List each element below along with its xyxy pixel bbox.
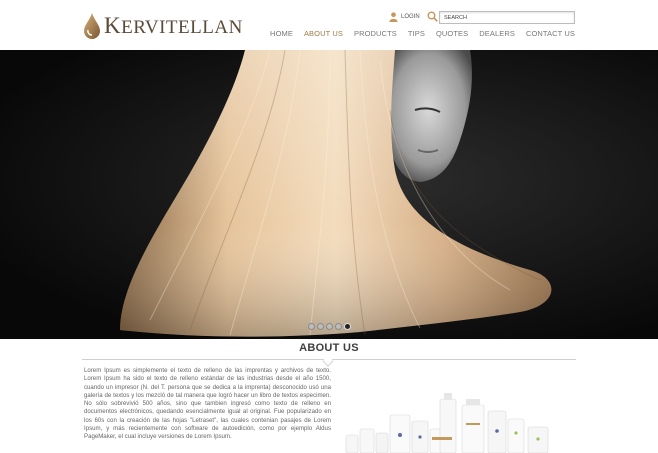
slider-dot-2[interactable]: [317, 323, 324, 330]
nav-home[interactable]: HOME: [270, 29, 293, 38]
slider-dot-5[interactable]: [344, 323, 351, 330]
search-input[interactable]: [439, 11, 575, 24]
slider-dots: [308, 323, 351, 330]
nav-quotes[interactable]: QUOTES: [436, 29, 468, 38]
nav-about-us[interactable]: ABOUT US: [304, 29, 343, 38]
main-nav: HOME ABOUT US PRODUCTS TIPS QUOTES DEALE…: [259, 29, 575, 38]
nav-contact-us[interactable]: CONTACT US: [526, 29, 575, 38]
about-title: ABOUT US: [299, 342, 359, 354]
nav-dealers[interactable]: DEALERS: [479, 29, 515, 38]
slider-dot-1[interactable]: [308, 323, 315, 330]
slider-dot-3[interactable]: [326, 323, 333, 330]
user-icon: [389, 12, 398, 22]
brand-logo[interactable]: KERVITELLAN: [82, 12, 243, 40]
login-link[interactable]: LOGIN: [389, 12, 420, 22]
about-body-text: Lorem Ipsum es simplemente el texto de r…: [84, 367, 331, 441]
brand-wordmark: KERVITELLAN: [104, 13, 243, 39]
hero-slider[interactable]: [0, 50, 658, 339]
drop-logo-icon: [84, 13, 100, 39]
site-header: KERVITELLAN LOGIN HOME ABOUT US PRODUCTS…: [0, 0, 658, 50]
hero-image: [120, 50, 552, 337]
products-image: [345, 393, 549, 453]
login-label: LOGIN: [401, 14, 420, 20]
slider-dot-4[interactable]: [335, 323, 342, 330]
brand-rest: ERVITELLAN: [121, 17, 243, 38]
nav-products[interactable]: PRODUCTS: [354, 29, 397, 38]
search-icon[interactable]: [427, 11, 438, 22]
nav-tips[interactable]: TIPS: [408, 29, 425, 38]
brand-first-letter: K: [104, 13, 122, 38]
